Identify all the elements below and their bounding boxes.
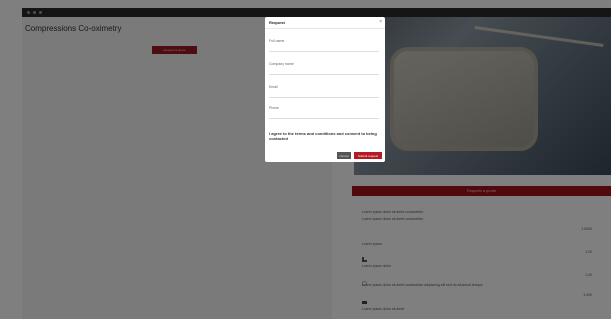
phone-field[interactable] xyxy=(269,112,379,119)
company-name-field[interactable] xyxy=(269,68,379,75)
modal-title: Request xyxy=(269,20,285,25)
consent-text: I agree to the terms and conditions and … xyxy=(269,131,377,142)
cancel-button[interactable]: Cancel xyxy=(337,152,351,159)
field-label: Phone xyxy=(269,106,280,110)
field-label: Company name xyxy=(269,62,294,66)
submit-button[interactable]: Submit request xyxy=(354,152,382,159)
full-name-field[interactable] xyxy=(269,45,379,52)
field-label: Full name xyxy=(269,39,285,43)
close-icon[interactable]: × xyxy=(379,19,382,25)
email-field[interactable] xyxy=(269,91,379,98)
field-label: Email xyxy=(269,85,278,89)
request-modal: Request × Full name Company name Email P… xyxy=(265,17,385,162)
modal-divider xyxy=(265,28,385,29)
